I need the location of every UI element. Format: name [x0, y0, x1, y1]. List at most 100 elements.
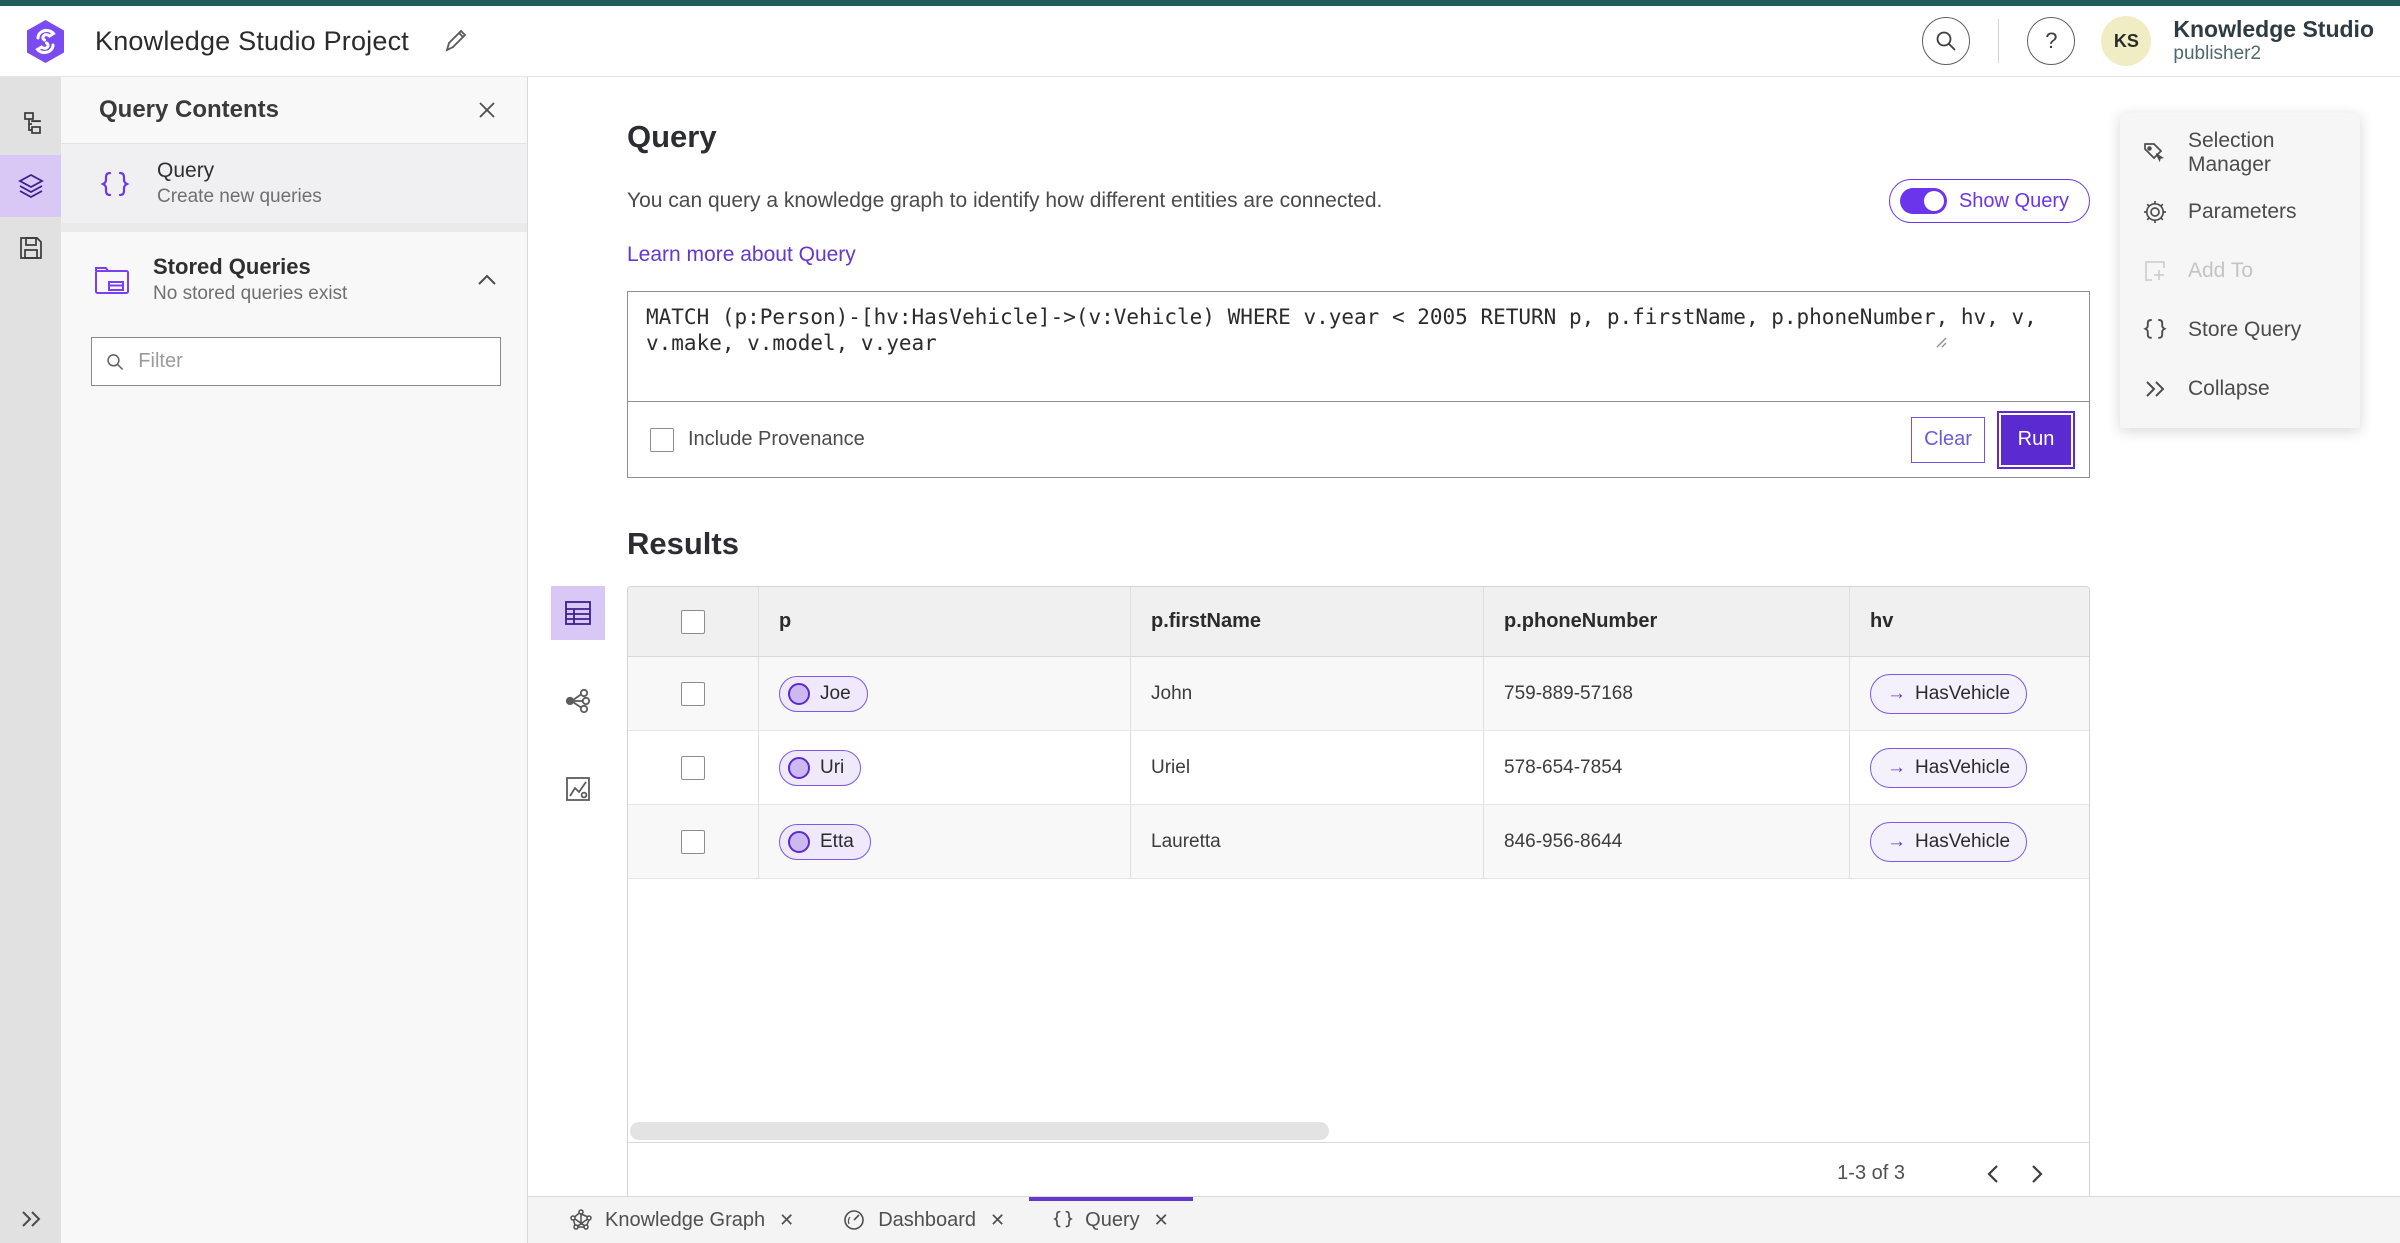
run-button[interactable]: Run: [2001, 414, 2071, 465]
cell-phonenumber: 846-956-8644: [1484, 805, 1850, 878]
selection-manager-button[interactable]: Selection Manager: [2120, 123, 2360, 182]
bottom-tab-bar: Knowledge Graph ✕ Dashboard ✕ Query ✕: [528, 1196, 2400, 1243]
learn-more-link[interactable]: Learn more about Query: [627, 243, 856, 267]
cell-phonenumber: 759-889-57168: [1484, 657, 1850, 730]
close-panel-icon[interactable]: [477, 100, 497, 120]
rail-item-save[interactable]: [0, 217, 61, 279]
query-editor-box: MATCH (p:Person)-[hv:HasVehicle]->(v:Veh…: [627, 291, 2090, 478]
cell-phonenumber: 578-654-7854: [1484, 731, 1850, 804]
tab-query[interactable]: Query ✕: [1029, 1197, 1193, 1243]
edge-pill[interactable]: → HasVehicle: [1870, 747, 2028, 788]
graph-view-icon: [565, 688, 591, 714]
show-query-toggle[interactable]: Show Query: [1888, 179, 2090, 223]
add-to-button: Add To: [2120, 241, 2360, 300]
tools-panel: Selection Manager Parameters Add To Stor…: [2120, 113, 2360, 428]
product-name: Knowledge Studio: [2173, 16, 2374, 43]
edge-pill[interactable]: → HasVehicle: [1870, 821, 2028, 862]
resize-handle-icon[interactable]: [1935, 285, 2087, 399]
column-header-phonenumber[interactable]: p.phoneNumber: [1484, 587, 1850, 656]
filter-search-icon: [107, 353, 124, 370]
node-pill[interactable]: Uri: [779, 749, 862, 786]
panel-item-query[interactable]: Query Create new queries: [61, 144, 527, 223]
horizontal-scrollbar: [628, 1120, 2089, 1142]
chart-view-icon: [566, 777, 590, 801]
table-row[interactable]: Uri Uriel 578-654-7854 → HasVehicle: [628, 731, 2089, 805]
include-provenance-label: Include Provenance: [688, 428, 865, 450]
chart-view-button[interactable]: [551, 762, 605, 816]
table-row[interactable]: Joe John 759-889-57168 → HasVehicle: [628, 657, 2089, 731]
node-pill[interactable]: Etta: [779, 823, 871, 860]
node-dot-icon: [788, 830, 810, 853]
rail-item-layers[interactable]: [0, 155, 61, 217]
stored-queries-subtitle: No stored queries exist: [153, 283, 348, 304]
table-row[interactable]: Etta Lauretta 846-956-8644 → HasVehicle: [628, 805, 2089, 879]
table-view-button[interactable]: [551, 586, 605, 640]
knowledge-graph-icon: [570, 1209, 592, 1230]
clear-button[interactable]: Clear: [1911, 416, 1985, 463]
node-pill[interactable]: Joe: [779, 675, 868, 712]
table-header-row: p p.firstName p.phoneNumber hv: [628, 587, 2089, 657]
query-description: You can query a knowledge graph to ident…: [627, 189, 1383, 212]
close-tab-icon[interactable]: ✕: [779, 1210, 794, 1231]
chevron-right-icon: [2032, 1164, 2043, 1183]
edit-project-title-icon[interactable]: [443, 28, 469, 54]
parameters-button[interactable]: Parameters: [2120, 182, 2360, 241]
username: publisher2: [2173, 43, 2262, 65]
results-title: Results: [627, 526, 739, 561]
column-header-firstname[interactable]: p.firstName: [1131, 587, 1484, 656]
close-tab-icon[interactable]: ✕: [990, 1210, 1005, 1231]
pagination-bar: 1-3 of 3: [628, 1142, 2089, 1204]
show-query-label: Show Query: [1958, 189, 2069, 212]
results-view-switcher: [551, 586, 605, 1205]
help-button[interactable]: ?: [2027, 17, 2076, 65]
expand-rail-button[interactable]: [0, 1209, 61, 1229]
filter-input[interactable]: [138, 350, 486, 373]
search-button[interactable]: [1922, 17, 1971, 65]
save-icon: [19, 237, 42, 259]
tab-knowledge-graph[interactable]: Knowledge Graph ✕: [545, 1197, 818, 1243]
tab-dashboard[interactable]: Dashboard ✕: [818, 1197, 1029, 1243]
row-checkbox[interactable]: [681, 681, 705, 706]
hierarchy-icon: [23, 112, 41, 134]
store-query-button[interactable]: Store Query: [2120, 300, 2360, 359]
include-provenance-checkbox[interactable]: [650, 427, 674, 452]
edge-pill[interactable]: → HasVehicle: [1870, 673, 2028, 714]
column-header-hv[interactable]: hv: [1850, 587, 2089, 656]
next-page-button[interactable]: [2015, 1152, 2059, 1196]
node-dot-icon: [788, 756, 810, 779]
chevron-up-icon[interactable]: [477, 274, 497, 286]
pagination-range: 1-3 of 3: [1837, 1162, 1905, 1184]
arrow-right-icon: →: [1887, 682, 1906, 704]
chevron-left-icon: [1987, 1164, 1998, 1183]
toggle-track: [1899, 188, 1947, 214]
previous-page-button[interactable]: [1971, 1152, 2015, 1196]
double-chevron-right-icon: [21, 1211, 40, 1227]
rail-item-hierarchy[interactable]: [0, 93, 61, 155]
collapse-button[interactable]: Collapse: [2120, 359, 2360, 418]
select-all-checkbox[interactable]: [681, 609, 705, 634]
dashboard-gauge-icon: [844, 1210, 865, 1230]
horizontal-scrollbar-thumb[interactable]: [630, 1122, 1330, 1140]
query-section-title: Query: [627, 119, 717, 154]
project-title: Knowledge Studio Project: [95, 25, 409, 56]
braces-icon: [2142, 317, 2168, 343]
app-header: Knowledge Studio Project ? KS Knowledge …: [0, 6, 2400, 77]
filter-field: [91, 337, 501, 386]
stored-queries-folder-icon: [95, 266, 129, 294]
avatar[interactable]: KS: [2101, 16, 2152, 66]
knowledge-studio-logo-icon[interactable]: [22, 18, 69, 65]
cell-firstname: Lauretta: [1131, 805, 1484, 878]
query-item-title: Query: [157, 159, 215, 182]
stored-queries-header[interactable]: Stored Queries No stored queries exist: [61, 232, 527, 323]
braces-icon: [100, 171, 130, 196]
graph-view-button[interactable]: [551, 674, 605, 728]
row-checkbox[interactable]: [681, 755, 705, 780]
query-textarea[interactable]: MATCH (p:Person)-[hv:HasVehicle]->(v:Veh…: [628, 292, 2089, 402]
close-tab-icon[interactable]: ✕: [1154, 1210, 1169, 1231]
cell-firstname: Uriel: [1131, 731, 1484, 804]
column-header-p[interactable]: p: [759, 587, 1131, 656]
gear-icon: [2142, 199, 2168, 225]
layers-icon: [17, 173, 44, 199]
user-info: Knowledge Studio publisher2: [2173, 16, 2374, 65]
row-checkbox[interactable]: [681, 829, 705, 854]
